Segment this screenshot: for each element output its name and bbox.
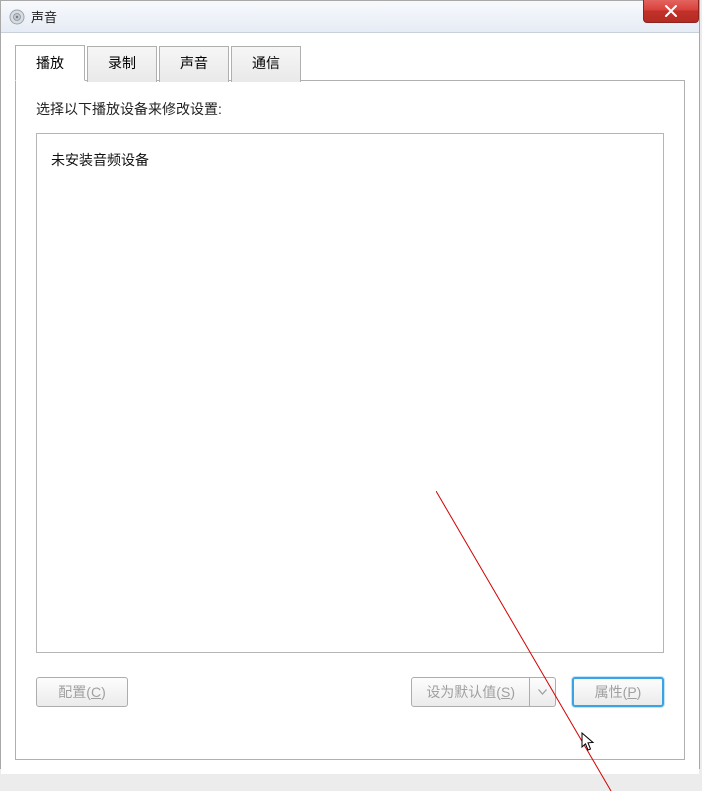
set-default-button[interactable]: 设为默认值(S) bbox=[411, 677, 530, 707]
tab-label: 声音 bbox=[180, 55, 208, 71]
tab-label: 播放 bbox=[36, 55, 64, 71]
button-row: 配置(C) 设为默认值(S) 属性(P) bbox=[36, 677, 664, 707]
device-list[interactable]: 未安装音频设备 bbox=[36, 133, 664, 653]
set-default-dropdown[interactable] bbox=[530, 677, 556, 707]
close-button[interactable] bbox=[643, 0, 699, 23]
sound-dialog: 声音 播放 录制 声音 通信 选择以下播放设备来修改设置: 未安装音频设备 配置… bbox=[0, 0, 700, 769]
configure-button[interactable]: 配置(C) bbox=[36, 677, 128, 707]
tab-recording[interactable]: 录制 bbox=[87, 46, 157, 82]
chevron-down-icon bbox=[538, 689, 547, 695]
titlebar: 声音 bbox=[1, 1, 699, 33]
set-default-split-button: 设为默认值(S) bbox=[411, 677, 556, 707]
tab-playback[interactable]: 播放 bbox=[15, 45, 85, 81]
instruction-text: 选择以下播放设备来修改设置: bbox=[36, 99, 664, 119]
tab-label: 录制 bbox=[108, 55, 136, 71]
dialog-content: 播放 录制 声音 通信 选择以下播放设备来修改设置: 未安装音频设备 配置(C)… bbox=[1, 33, 699, 774]
tab-label: 通信 bbox=[252, 55, 280, 71]
tab-strip: 播放 录制 声音 通信 bbox=[15, 45, 685, 81]
tab-communications[interactable]: 通信 bbox=[231, 46, 301, 82]
no-devices-message: 未安装音频设备 bbox=[51, 152, 149, 168]
tab-sounds[interactable]: 声音 bbox=[159, 46, 229, 82]
window-title: 声音 bbox=[31, 7, 57, 26]
tab-panel-playback: 选择以下播放设备来修改设置: 未安装音频设备 配置(C) 设为默认值(S) 属性… bbox=[15, 80, 685, 760]
properties-button[interactable]: 属性(P) bbox=[572, 677, 664, 707]
speaker-icon bbox=[9, 9, 25, 25]
